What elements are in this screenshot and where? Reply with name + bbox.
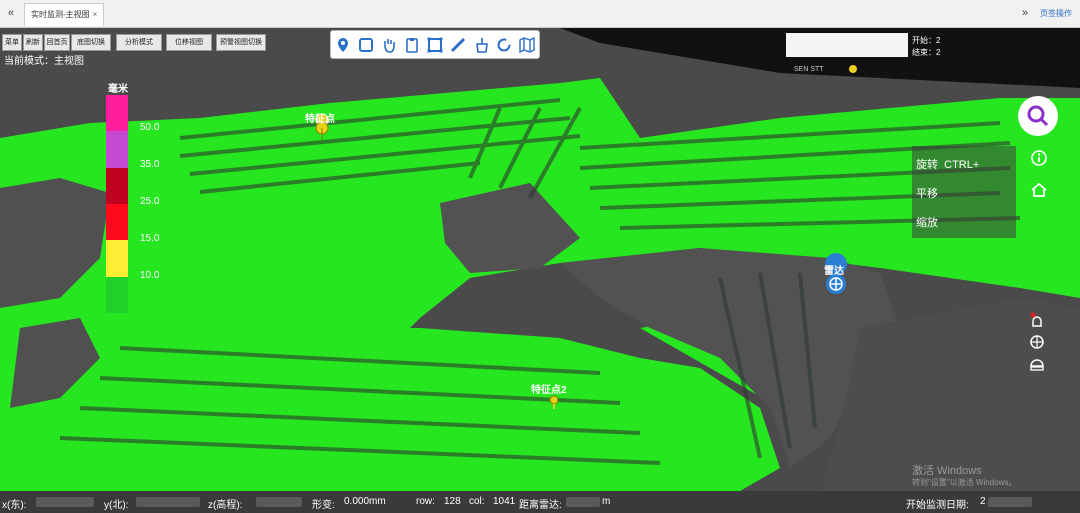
tab-prev-button[interactable]: « <box>0 0 22 27</box>
location-pin-icon[interactable] <box>334 36 352 54</box>
map-icon[interactable] <box>518 36 536 54</box>
bottom-status-bar: x(东): y(北): z(高程): 形变: 0.000mm row: 128 … <box>0 491 1080 513</box>
tab-operations-link[interactable]: 页签操作 <box>1040 0 1072 27</box>
terrain-scene[interactable] <box>0 28 1080 491</box>
status-dot-icon <box>849 65 858 73</box>
start-date-label: 开始监测日期: <box>906 500 969 511</box>
distance-value <box>566 497 600 507</box>
start-date-value-hidden <box>988 497 1032 507</box>
distance-unit: m <box>602 496 611 507</box>
legend-swatch <box>106 167 128 204</box>
end-time-text: 结束：2 <box>912 48 941 57</box>
menu-button[interactable]: 菜单 <box>2 34 22 51</box>
clipboard-icon[interactable] <box>403 36 421 54</box>
home-button[interactable]: 回首页 <box>44 34 70 51</box>
legend-swatch <box>106 240 128 277</box>
z-coord-value <box>256 497 302 507</box>
tab-close-icon[interactable]: × <box>93 10 98 19</box>
feature-point-1-label: 特征点 <box>305 114 335 125</box>
refresh-button[interactable]: 刷新 <box>23 34 43 51</box>
select-rect-icon[interactable] <box>357 36 375 54</box>
y-coord-value <box>136 497 200 507</box>
refresh-icon[interactable] <box>495 36 513 54</box>
deformation-value: 0.000mm <box>344 496 386 507</box>
info-box <box>786 33 908 57</box>
deformation-label: 形变: <box>312 500 335 511</box>
y-coord-label: y(北): <box>104 500 129 511</box>
legend-swatch <box>106 131 128 168</box>
legend-swatch <box>106 203 128 241</box>
target-icon[interactable] <box>1029 334 1045 350</box>
col-value: 1041 <box>493 496 516 507</box>
row-label: row: <box>416 496 435 507</box>
brush-icon[interactable] <box>472 36 490 54</box>
displacement-view-button[interactable]: 位移视图 <box>166 34 212 51</box>
legend-tick: 25.0 <box>140 196 160 207</box>
search-button[interactable] <box>1018 96 1058 136</box>
distance-label: 距离雷达: <box>519 500 562 511</box>
legend-tick: 10.0 <box>140 270 160 281</box>
home-icon[interactable] <box>1031 182 1047 198</box>
basemap-switch-button[interactable]: 底图切换 <box>71 34 111 51</box>
x-coord-label: x(东): <box>2 500 27 511</box>
alarm-icon[interactable] <box>1029 312 1045 328</box>
alert-view-switch-button[interactable]: 预警视图切换 <box>216 34 266 51</box>
legend-tick: 15.0 <box>140 233 160 244</box>
ruler-icon[interactable] <box>449 36 467 54</box>
legend-swatch <box>106 95 128 132</box>
tab-main-view[interactable]: 实时监测-主视图 × <box>24 3 105 26</box>
zoom-hint: 缩放 <box>916 217 938 229</box>
search-icon <box>1027 105 1049 127</box>
activation-watermark-title: 激活 Windows <box>912 465 982 477</box>
start-date-value: 2 <box>980 496 986 507</box>
start-time-text: 开始：2 <box>912 36 941 45</box>
col-label: col: <box>469 496 485 507</box>
row-value: 128 <box>444 496 461 507</box>
crop-icon[interactable] <box>426 36 444 54</box>
radar-device-icon[interactable] <box>1029 356 1045 372</box>
tab-next-button[interactable]: » <box>1014 0 1036 27</box>
z-coord-label: z(高程): <box>208 500 243 511</box>
info-icon[interactable] <box>1031 150 1047 166</box>
radar-label: 雷达 <box>824 266 844 277</box>
current-mode-text: 当前模式：主视图 <box>4 56 84 67</box>
feature-point-2-label: 特征点2 <box>531 385 567 396</box>
3d-viewport[interactable]: 菜单 刷新 回首页 底图切换 分析模式 位移视图 预警视图切换 当前模式：主视图… <box>0 28 1080 491</box>
tab-label: 实时监测-主视图 <box>31 10 90 19</box>
analysis-mode-button[interactable]: 分析模式 <box>116 34 162 51</box>
rotate-hint: 旋转 CTRL+ <box>916 159 980 171</box>
legend-unit-label: 毫米 <box>108 84 128 95</box>
tab-bar: « 实时监测-主视图 × » 页签操作 <box>0 0 1080 28</box>
legend-tick: 50.0 <box>140 122 160 133</box>
legend-tick: 35.0 <box>140 159 160 170</box>
hand-pan-icon[interactable] <box>380 36 398 54</box>
color-legend <box>106 95 128 313</box>
drawing-toolbar <box>330 30 540 59</box>
pan-hint: 平移 <box>916 188 938 200</box>
activation-watermark-subtitle: 转到"设置"以激活 Windows。 <box>912 478 1017 487</box>
legend-swatch <box>106 276 128 313</box>
x-coord-value <box>36 497 94 507</box>
status-indicator: SEN STT <box>794 65 858 73</box>
